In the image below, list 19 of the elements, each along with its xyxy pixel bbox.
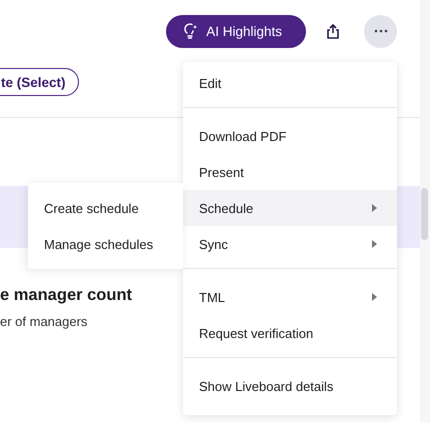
submenu-item[interactable]: Manage schedules xyxy=(28,226,183,262)
more-button[interactable] xyxy=(364,14,397,48)
menu-item[interactable]: Request verification xyxy=(183,315,397,351)
menu-item[interactable]: Show Liveboard details xyxy=(183,368,397,404)
menu-item[interactable]: Present xyxy=(183,154,397,190)
lightbulb-sparkle-icon xyxy=(182,23,198,39)
menu-item[interactable]: Download PDF xyxy=(183,118,397,154)
menu-item[interactable]: Edit xyxy=(183,65,397,101)
submenu-item[interactable]: Create schedule xyxy=(28,190,183,226)
ai-highlights-button[interactable]: AI Highlights xyxy=(166,14,306,48)
menu-item[interactable]: TML xyxy=(183,279,397,315)
share-icon xyxy=(326,23,340,39)
card-title: e manager count xyxy=(0,286,132,305)
menu-item[interactable]: Schedule xyxy=(183,190,397,226)
filter-chip[interactable]: te (Select) xyxy=(0,68,79,96)
card-subtitle: er of managers xyxy=(0,314,88,329)
more-icon xyxy=(374,29,388,33)
scrollbar[interactable] xyxy=(421,188,428,240)
menu-item[interactable]: Sync xyxy=(183,226,397,262)
